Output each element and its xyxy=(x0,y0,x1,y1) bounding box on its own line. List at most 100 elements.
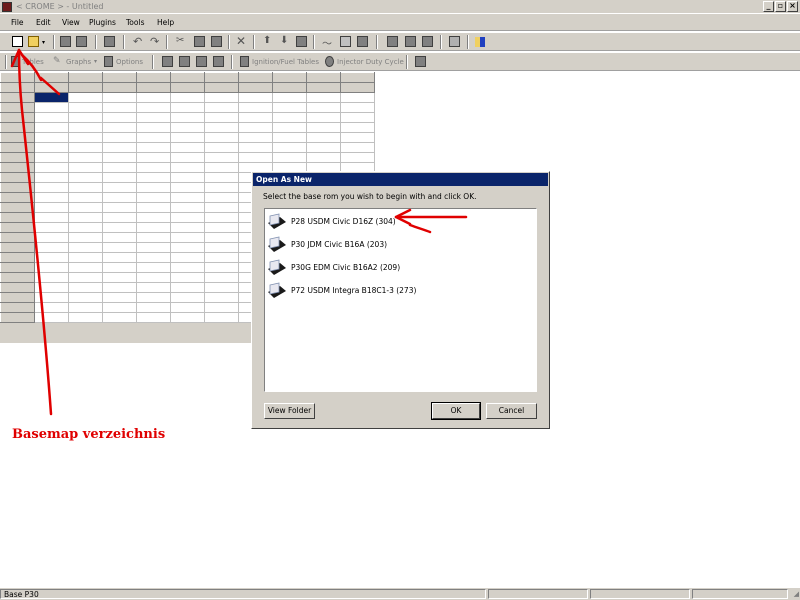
grid-cell[interactable] xyxy=(170,102,205,113)
grid-cell[interactable] xyxy=(340,72,375,83)
smooth-icon[interactable] xyxy=(340,36,351,47)
grid-cell[interactable] xyxy=(170,152,205,163)
grid-cell[interactable] xyxy=(34,282,69,293)
grid-cell[interactable] xyxy=(340,102,375,113)
ignition-table-icon[interactable] xyxy=(162,56,173,67)
menu-help[interactable]: Help xyxy=(157,18,174,27)
grid-cell[interactable] xyxy=(238,142,273,153)
grid-cell[interactable] xyxy=(204,222,239,233)
tables-icon[interactable] xyxy=(11,56,20,67)
grid-cell[interactable] xyxy=(136,232,171,243)
grid-cell[interactable] xyxy=(102,142,137,153)
grid-cell[interactable] xyxy=(68,92,103,103)
grid-cell[interactable] xyxy=(204,212,239,223)
grid-cell[interactable] xyxy=(68,72,103,83)
grid-cell[interactable] xyxy=(170,242,205,253)
grid-cell[interactable] xyxy=(306,132,341,143)
grid-cell[interactable] xyxy=(204,282,239,293)
grid-cell[interactable] xyxy=(170,272,205,283)
grid-cell[interactable] xyxy=(102,202,137,213)
grid-cell[interactable] xyxy=(68,232,103,243)
graphs-dropdown-icon[interactable]: ▾ xyxy=(94,58,97,65)
grid-cell[interactable] xyxy=(102,292,137,303)
grid-cell[interactable] xyxy=(136,262,171,273)
grid-cell[interactable] xyxy=(136,302,171,313)
grid-cell[interactable] xyxy=(170,82,205,93)
grid-cell[interactable] xyxy=(68,282,103,293)
datalog-icon[interactable] xyxy=(405,36,416,47)
grid-cell[interactable] xyxy=(34,292,69,303)
paste-icon[interactable] xyxy=(211,36,222,47)
export-icon[interactable] xyxy=(104,36,115,47)
delete-icon[interactable]: ✕ xyxy=(236,34,246,48)
grid-cell[interactable] xyxy=(102,112,137,123)
fill-icon[interactable] xyxy=(296,36,307,47)
grid-cell[interactable] xyxy=(136,92,171,103)
grid-cell[interactable] xyxy=(0,162,35,173)
graphs-label[interactable]: Graphs xyxy=(66,58,91,66)
grid-cell[interactable] xyxy=(34,192,69,203)
grid-cell[interactable] xyxy=(340,82,375,93)
grid-cell[interactable] xyxy=(340,92,375,103)
grid-cell[interactable] xyxy=(272,92,307,103)
grid-cell[interactable] xyxy=(102,212,137,223)
grid-cell[interactable] xyxy=(306,102,341,113)
grid-cell[interactable] xyxy=(170,172,205,183)
grid-cell[interactable] xyxy=(102,82,137,93)
arrow-down-icon[interactable]: ⬇ xyxy=(280,35,288,46)
open-folder-icon[interactable] xyxy=(28,36,39,47)
stop-icon[interactable] xyxy=(357,36,368,47)
grid-cell[interactable] xyxy=(102,302,137,313)
fuel-table-icon[interactable] xyxy=(179,56,190,67)
grid-cell[interactable] xyxy=(68,272,103,283)
grid-cell[interactable] xyxy=(102,272,137,283)
grid-cell[interactable] xyxy=(272,142,307,153)
grid-cell[interactable] xyxy=(340,112,375,123)
grid-cell[interactable] xyxy=(0,312,35,323)
grid-cell[interactable] xyxy=(204,192,239,203)
grid-cell[interactable] xyxy=(68,162,103,173)
grid-cell[interactable] xyxy=(34,202,69,213)
grid-cell[interactable] xyxy=(204,202,239,213)
grid-cell[interactable] xyxy=(136,132,171,143)
grid-cell[interactable] xyxy=(170,182,205,193)
grid-cell[interactable] xyxy=(170,202,205,213)
grid-cell[interactable] xyxy=(306,72,341,83)
grid-cell[interactable] xyxy=(272,132,307,143)
grid-cell[interactable] xyxy=(238,132,273,143)
grid-cell[interactable] xyxy=(272,112,307,123)
grid-cell[interactable] xyxy=(68,262,103,273)
grid-cell[interactable] xyxy=(68,142,103,153)
close-button[interactable]: × xyxy=(787,1,798,12)
grid-cell[interactable] xyxy=(34,182,69,193)
grid-cell[interactable] xyxy=(238,122,273,133)
grid-cell[interactable] xyxy=(102,252,137,263)
grid-cell[interactable] xyxy=(306,112,341,123)
grid-cell[interactable] xyxy=(102,72,137,83)
extra-tool-icon[interactable] xyxy=(415,56,426,67)
rom-listbox[interactable]: P28 USDM Civic D16Z (304) P30 JDM Civic … xyxy=(264,208,537,392)
grid-cell[interactable] xyxy=(102,162,137,173)
grid-cell[interactable] xyxy=(204,302,239,313)
interpolate-icon[interactable]: 〜 xyxy=(322,35,332,50)
grid-cell[interactable] xyxy=(170,212,205,223)
grid-cell[interactable] xyxy=(204,292,239,303)
grid-cell[interactable] xyxy=(34,272,69,283)
grid-cell[interactable] xyxy=(0,222,35,233)
menu-plugins[interactable]: Plugins xyxy=(89,18,116,27)
resize-grip-icon[interactable]: ◢ xyxy=(794,590,799,598)
grid-cell[interactable] xyxy=(68,242,103,253)
grid-cell[interactable] xyxy=(238,92,273,103)
grid-cell[interactable] xyxy=(136,272,171,283)
options-icon[interactable] xyxy=(104,56,113,67)
grid-cell[interactable] xyxy=(306,152,341,163)
high-cam-icon[interactable] xyxy=(213,56,224,67)
grid-cell[interactable] xyxy=(204,92,239,103)
grid-cell[interactable] xyxy=(136,82,171,93)
grid-cell[interactable] xyxy=(272,102,307,113)
grid-cell[interactable] xyxy=(68,152,103,163)
grid-cell[interactable] xyxy=(136,242,171,253)
grid-cell[interactable] xyxy=(34,82,69,93)
menu-tools[interactable]: Tools xyxy=(126,18,144,27)
grid-cell[interactable] xyxy=(204,142,239,153)
